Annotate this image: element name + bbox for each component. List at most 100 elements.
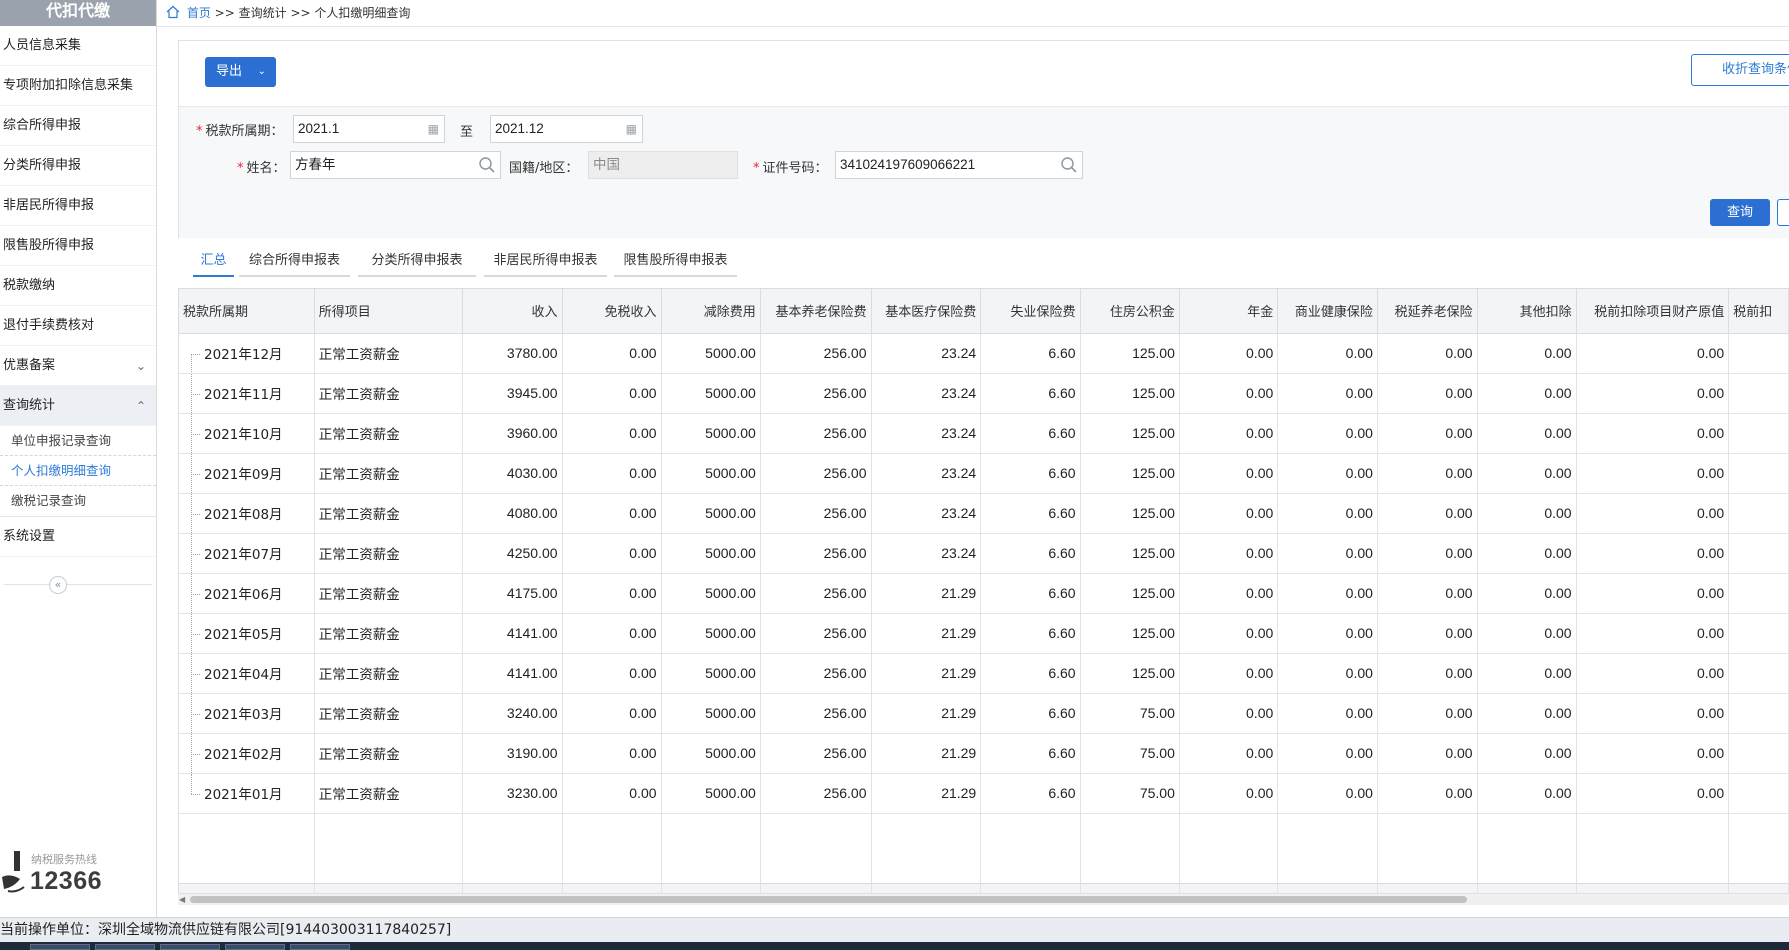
taskbar-button[interactable] <box>290 944 350 950</box>
table-row[interactable]: 2021年09月 正常工资薪金 4030.00 0.00 5000.00 256.00 23… <box>179 453 1789 494</box>
period-cell: 2021年06月 <box>179 573 315 614</box>
breadcrumb-home-link[interactable]: 首页 <box>187 6 211 20</box>
submenu-item-personal-details[interactable]: 个人扣缴明细查询 <box>0 456 156 486</box>
taskbar-button[interactable] <box>95 944 155 950</box>
table-row[interactable]: 2021年10月 正常工资薪金 3960.00 0.00 5000.00 256.00 23… <box>179 413 1789 454</box>
collapse-query-button[interactable]: 收折查询条件 <box>1691 54 1789 86</box>
search-icon[interactable] <box>1060 156 1078 174</box>
column-header[interactable]: 税延养老保险 <box>1377 289 1478 334</box>
sidebar-item-classified-income[interactable]: 分类所得申报 <box>0 146 156 186</box>
value-cell: 23.24 <box>871 413 982 454</box>
value-cell <box>1728 573 1789 614</box>
id-label-text: 证件号码： <box>762 161 828 176</box>
table-row[interactable]: 2021年01月 正常工资薪金 3230.00 0.00 5000.00 256.00 21… <box>179 773 1789 814</box>
table-row[interactable]: 2021年06月 正常工资薪金 4175.00 0.00 5000.00 256.00 21… <box>179 573 1789 614</box>
value-cell: 0.00 <box>562 413 662 454</box>
value-cell: 0.00 <box>562 693 662 734</box>
sidebar-item-special-deduction[interactable]: 专项附加扣除信息采集 <box>0 66 156 106</box>
calendar-icon[interactable]: ▦ <box>428 116 439 142</box>
column-header[interactable]: 减除费用 <box>661 289 761 334</box>
submenu-item-tax-payment-records[interactable]: 缴税记录查询 <box>0 486 156 516</box>
query-button[interactable]: 查询 <box>1710 199 1770 226</box>
search-icon[interactable] <box>478 156 496 174</box>
column-header[interactable]: 基本养老保险费 <box>760 289 872 334</box>
income-item-cell: 正常工资薪金 <box>314 533 464 574</box>
tab-comprehensive[interactable]: 综合所得申报表 <box>239 247 350 277</box>
column-header[interactable]: 基本医疗保险费 <box>871 289 982 334</box>
table-row[interactable]: 2021年04月 正常工资薪金 4141.00 0.00 5000.00 256.00 21… <box>179 653 1789 694</box>
table-row[interactable]: 2021年07月 正常工资薪金 4250.00 0.00 5000.00 256.00 23… <box>179 533 1789 574</box>
submenu-item-unit-records[interactable]: 单位申报记录查询 <box>0 426 156 456</box>
breadcrumb-separator: >> <box>290 6 311 20</box>
value-cell <box>1728 533 1789 574</box>
value-cell: 256.00 <box>760 333 872 374</box>
value-cell: 0.00 <box>1179 333 1279 374</box>
breadcrumb-level1[interactable]: 查询统计 <box>239 6 287 20</box>
column-header[interactable]: 失业保险费 <box>980 289 1081 334</box>
sidebar-item-comprehensive-income[interactable]: 综合所得申报 <box>0 106 156 146</box>
column-header[interactable]: 其他扣除 <box>1477 289 1577 334</box>
column-header[interactable]: 税款所属期 <box>179 289 315 334</box>
column-header[interactable]: 收入 <box>462 289 563 334</box>
value-cell: 0.00 <box>1277 413 1378 454</box>
export-button[interactable]: 导出 ⌄ <box>205 57 276 87</box>
sidebar-item-refund-fee[interactable]: 退付手续费核对 <box>0 306 156 346</box>
tab-summary[interactable]: 汇总 <box>193 247 234 277</box>
taskbar-button[interactable] <box>160 944 220 950</box>
sidebar-item-nonresident-income[interactable]: 非居民所得申报 <box>0 186 156 226</box>
id-number-input[interactable]: 341024197609066221 <box>835 151 1083 179</box>
name-input[interactable]: 方春年 <box>290 151 501 179</box>
value-cell: 5000.00 <box>661 773 761 814</box>
column-header[interactable]: 免税收入 <box>562 289 662 334</box>
sidebar-item-restricted-shares[interactable]: 限售股所得申报 <box>0 226 156 266</box>
empty-cell <box>1576 813 1730 884</box>
empty-row <box>179 813 1789 884</box>
tab-nonresident[interactable]: 非居民所得申报表 <box>484 247 607 277</box>
sidebar-item-label: 查询统计 <box>3 398 56 413</box>
value-cell: 3780.00 <box>462 333 563 374</box>
value-cell: 75.00 <box>1080 733 1180 774</box>
calendar-icon[interactable]: ▦ <box>626 116 637 142</box>
sidebar-item-personnel-info[interactable]: 人员信息采集 <box>0 26 156 66</box>
period-end-input[interactable]: 2021.12 ▦ <box>490 115 643 143</box>
sidebar-item-query-stats[interactable]: 查询统计 ⌃ <box>0 386 156 426</box>
table-row[interactable]: 2021年02月 正常工资薪金 3190.00 0.00 5000.00 256.00 21… <box>179 733 1789 774</box>
table-row[interactable]: 2021年03月 正常工资薪金 3240.00 0.00 5000.00 256.00 21… <box>179 693 1789 734</box>
column-header[interactable]: 所得项目 <box>314 289 464 334</box>
income-item-cell: 正常工资薪金 <box>314 453 464 494</box>
value-cell: 0.00 <box>562 333 662 374</box>
reset-button[interactable] <box>1777 199 1789 226</box>
period-start-input[interactable]: 2021.1 ▦ <box>293 115 445 143</box>
table-row[interactable]: 2021年11月 正常工资薪金 3945.00 0.00 5000.00 256.00 23… <box>179 373 1789 414</box>
value-cell: 6.60 <box>980 533 1081 574</box>
tab-classified[interactable]: 分类所得申报表 <box>358 247 476 277</box>
scroll-left-icon[interactable]: ◀ <box>179 894 185 905</box>
value-cell: 125.00 <box>1080 453 1180 494</box>
value-cell: 0.00 <box>1477 733 1577 774</box>
table-row[interactable]: 2021年12月 正常工资薪金 3780.00 0.00 5000.00 256.00 23… <box>179 333 1789 374</box>
value-cell: 0.00 <box>1576 373 1730 414</box>
horizontal-scrollbar[interactable]: ◀ <box>178 893 1789 905</box>
sidebar-item-label: 优惠备案 <box>3 358 56 373</box>
empty-cell <box>562 813 662 884</box>
value-cell: 0.00 <box>1477 653 1577 694</box>
scrollbar-thumb[interactable] <box>190 896 1467 903</box>
table-row[interactable]: 2021年08月 正常工资薪金 4080.00 0.00 5000.00 256.00 23… <box>179 493 1789 534</box>
sidebar-item-preferential-filing[interactable]: 优惠备案 ⌄ <box>0 346 156 386</box>
taskbar-button[interactable] <box>225 944 285 950</box>
sidebar-item-tax-payment[interactable]: 税款缴纳 <box>0 266 156 306</box>
column-header[interactable]: 税前扣 <box>1728 289 1789 334</box>
column-header[interactable]: 住房公积金 <box>1080 289 1180 334</box>
column-header[interactable]: 年金 <box>1179 289 1279 334</box>
value-cell: 6.60 <box>980 373 1081 414</box>
taskbar-button[interactable] <box>30 944 90 950</box>
period-cell: 2021年07月 <box>179 533 315 574</box>
divider <box>4 584 152 585</box>
sidebar-item-system-settings[interactable]: 系统设置 <box>0 517 156 557</box>
column-header[interactable]: 税前扣除项目财产原值 <box>1576 289 1730 334</box>
collapse-sidebar-icon[interactable]: « <box>49 576 67 594</box>
table-row[interactable]: 2021年05月 正常工资薪金 4141.00 0.00 5000.00 256.00 21… <box>179 613 1789 654</box>
value-cell: 0.00 <box>1179 653 1279 694</box>
column-header[interactable]: 商业健康保险 <box>1277 289 1378 334</box>
tab-restricted-shares[interactable]: 限售股所得申报表 <box>614 247 737 277</box>
